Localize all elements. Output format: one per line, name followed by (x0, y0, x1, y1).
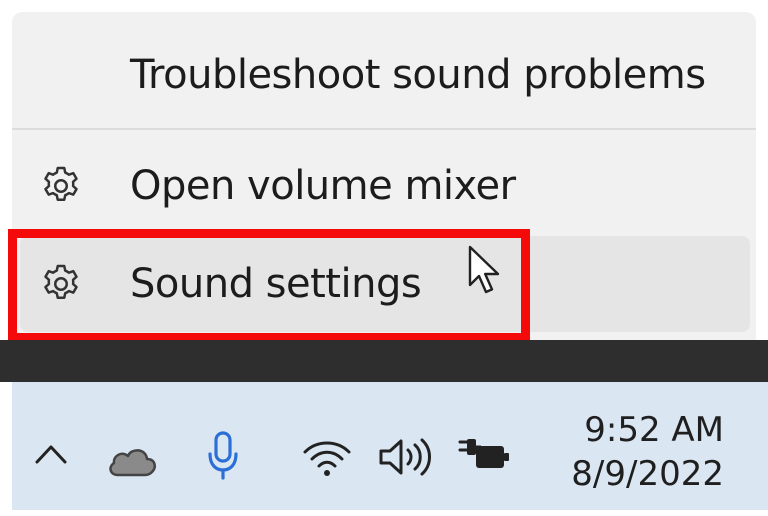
microphone-icon[interactable] (206, 430, 240, 482)
mouse-cursor-icon (468, 245, 500, 294)
cloud-icon[interactable] (106, 444, 158, 478)
chevron-up-icon[interactable] (34, 442, 68, 466)
menu-item-troubleshoot[interactable]: Troubleshoot sound problems (12, 30, 756, 120)
clock-date: 8/9/2022 (571, 454, 724, 494)
window-edge (0, 340, 768, 382)
speaker-icon[interactable] (376, 434, 434, 480)
gear-icon (44, 166, 78, 202)
screenshot: Troubleshoot sound problems Open volume … (0, 0, 768, 516)
system-clock[interactable]: 9:52 AM 8/9/2022 (571, 408, 724, 496)
menu-item-volume-mixer[interactable]: Open volume mixer (12, 134, 756, 238)
highlight-box (8, 229, 530, 342)
menu-item-label: Troubleshoot sound problems (130, 52, 706, 98)
clock-time: 9:52 AM (584, 410, 724, 450)
taskbar-tray: 9:52 AM 8/9/2022 (12, 382, 768, 510)
wifi-icon[interactable] (302, 438, 352, 478)
menu-item-label: Open volume mixer (130, 163, 516, 209)
menu-separator (12, 128, 756, 130)
battery-plug-icon[interactable] (456, 438, 512, 474)
